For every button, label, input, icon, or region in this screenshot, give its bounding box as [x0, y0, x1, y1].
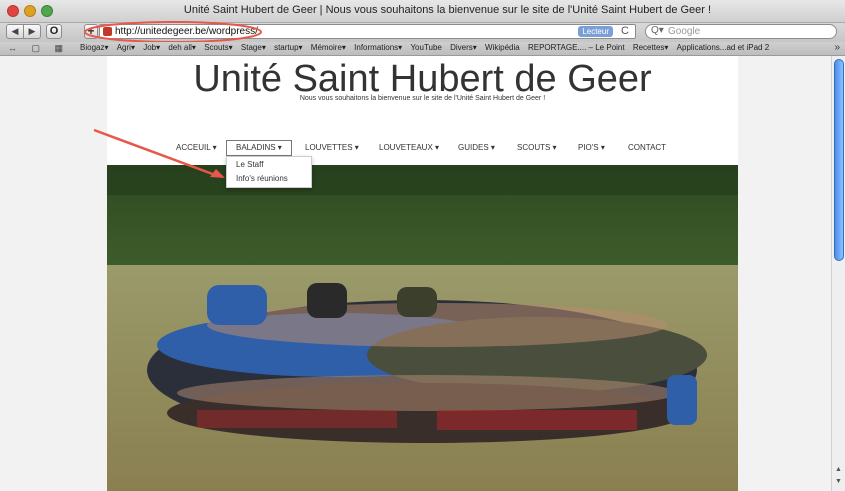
bookmark-item[interactable]: Applications...ad et iPad 2 [677, 43, 770, 52]
reload-icon[interactable]: C [621, 25, 629, 37]
search-placeholder: Google [668, 26, 701, 37]
window-title: Unité Saint Hubert de Geer | Nous vous s… [183, 4, 712, 16]
group-photo-image [107, 165, 738, 491]
bookmark-item[interactable]: Wikipédia [485, 43, 520, 52]
forward-button[interactable]: ▶ [23, 24, 41, 39]
bookmark-item[interactable]: REPORTAGE.... – Le Point [528, 43, 625, 52]
bookmark-item[interactable]: Biogaz▾ [80, 43, 108, 52]
search-field[interactable]: Q▾ Google [645, 24, 837, 39]
annotation-arrow [93, 128, 225, 178]
bookmark-tools-icon[interactable]: ↔ ▢ ▦ [8, 43, 69, 54]
zoom-window-button[interactable] [41, 5, 53, 17]
bookmark-item[interactable]: Agri▾ [117, 43, 135, 52]
bookmark-item[interactable]: startup▾ [274, 43, 302, 52]
baladins-dropdown-menu: Le Staff Info's réunions [226, 156, 312, 188]
bookmark-item[interactable]: Stage▾ [241, 43, 266, 52]
bookmark-item[interactable]: Recettes▾ [633, 43, 669, 52]
page-viewport: Unité Saint Hubert de Geer Nous vous sou… [0, 56, 845, 491]
bookmarks-overflow-icon[interactable]: » [834, 42, 840, 53]
bookmark-item[interactable]: YouTube [410, 43, 441, 52]
scroll-up-icon[interactable]: ▲ [835, 466, 842, 473]
back-button[interactable]: ◀ [6, 24, 24, 39]
bookmark-item[interactable]: Job▾ [143, 43, 160, 52]
nav-item-baladins[interactable]: BALADINS ▾ [226, 140, 292, 156]
nav-item-louveteaux[interactable]: LOUVETEAUX ▾ [379, 140, 439, 156]
close-window-button[interactable] [7, 5, 19, 17]
bookmarks-bar: ↔ ▢ ▦ Biogaz▾ Agri▾ Job▾ deh all▾ Scouts… [0, 42, 845, 56]
nav-item-scouts[interactable]: SCOUTS ▾ [517, 140, 557, 156]
nav-item-guides[interactable]: GUIDES ▾ [458, 140, 495, 156]
bookmark-item[interactable]: deh all▾ [168, 43, 196, 52]
vertical-scrollbar[interactable]: ▲ ▼ [831, 56, 845, 491]
scrollbar-thumb[interactable] [834, 59, 844, 261]
dropdown-item-staff[interactable]: Le Staff [227, 159, 311, 171]
annotation-ellipse [84, 21, 262, 43]
nav-item-louvettes[interactable]: LOUVETTES ▾ [305, 140, 359, 156]
search-icon[interactable]: Q▾ [651, 25, 664, 36]
browser-toolbar: ◀ ▶ O + http://unitedegeer.be/wordpress/… [0, 21, 845, 43]
opera-button[interactable]: O [46, 24, 62, 39]
dropdown-item-info-reunions[interactable]: Info's réunions [227, 173, 311, 185]
nav-item-contact[interactable]: CONTACT [628, 140, 666, 156]
bookmark-item[interactable]: Informations▾ [354, 43, 402, 52]
bookmark-item[interactable]: Scouts▾ [204, 43, 232, 52]
site-page: Unité Saint Hubert de Geer Nous vous sou… [93, 56, 738, 491]
site-tagline: Nous vous souhaitons la bienvenue sur le… [299, 95, 546, 102]
reader-button[interactable]: Lecteur [578, 26, 613, 37]
group-photo [107, 165, 738, 491]
scroll-down-icon[interactable]: ▼ [835, 478, 842, 485]
minimize-window-button[interactable] [24, 5, 36, 17]
bookmark-item[interactable]: Mémoire▾ [311, 43, 346, 52]
bookmark-item[interactable]: Divers▾ [450, 43, 477, 52]
nav-item-pios[interactable]: PIO'S ▾ [578, 140, 605, 156]
